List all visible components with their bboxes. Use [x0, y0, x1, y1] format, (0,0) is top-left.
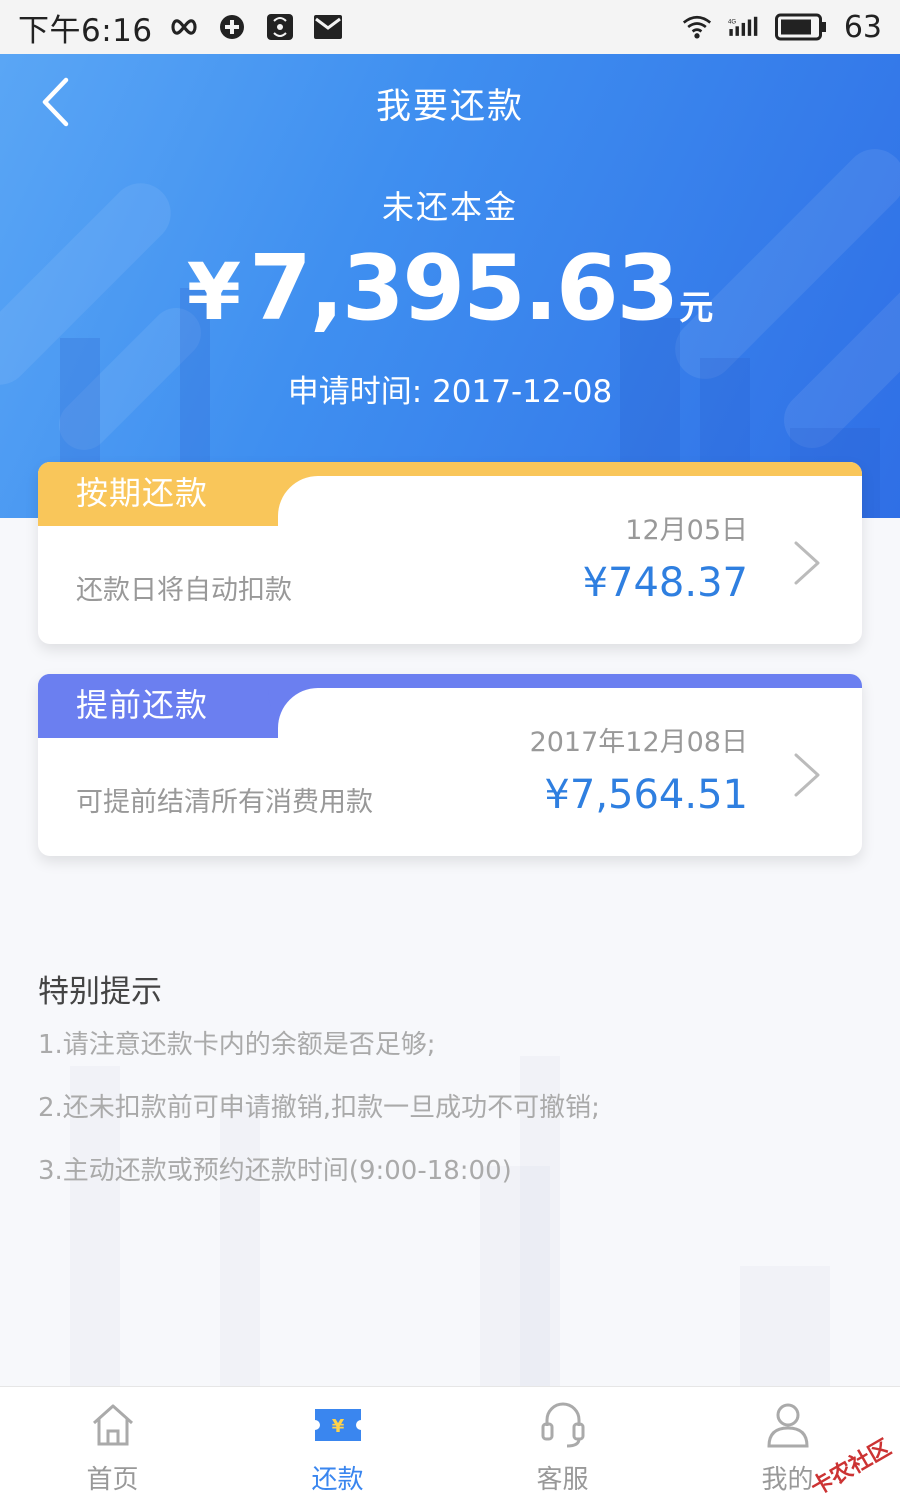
tab-home[interactable]: 首页: [0, 1387, 225, 1500]
mail-icon: [313, 12, 343, 42]
user-icon: [762, 1399, 814, 1451]
home-icon: [87, 1399, 139, 1451]
background-silhouette: [740, 1266, 830, 1386]
status-bar: 下午6:16 4G 63: [0, 0, 900, 54]
battery-level: 63: [843, 9, 882, 45]
tip-item: 1.请注意还款卡内的余额是否足够;: [38, 1030, 436, 1060]
infinity-icon: [169, 12, 199, 42]
signal-4g-icon: 4G: [728, 12, 758, 42]
page-title: 我要还款: [375, 87, 524, 127]
tip-item: 2.还未扣款前可申请撤销,扣款一旦成功不可撤销;: [38, 1093, 600, 1123]
headset-icon: [537, 1399, 589, 1451]
bottom-tab-bar: 首页 ¥ 还款 客服 我的: [0, 1386, 900, 1500]
svg-text:4G: 4G: [728, 19, 736, 26]
card-amount: ¥7,564.51: [544, 772, 748, 818]
apply-date: 申请时间: 2017-12-08: [287, 374, 613, 410]
wifi-icon: [682, 12, 712, 42]
principal-amount: ¥7,395.63元: [0, 236, 900, 341]
principal-unit: 元: [679, 288, 714, 328]
battery-icon: [774, 12, 828, 42]
wireless-icon: [265, 12, 295, 42]
repay-ticket-icon: ¥: [312, 1399, 364, 1451]
card-description: 还款日将自动扣款: [76, 575, 292, 606]
status-icons-right: 4G 63: [682, 10, 882, 45]
tab-repay[interactable]: ¥ 还款: [225, 1387, 450, 1500]
background-silhouette: [220, 1106, 260, 1386]
vpn-icon: [217, 12, 247, 42]
early-repayment-card[interactable]: 提前还款 2017年12月08日 可提前结清所有消费用款 ¥7,564.51: [38, 674, 862, 856]
tab-label: 还款: [311, 1465, 364, 1495]
status-time: 下午6:16: [18, 12, 153, 49]
card-tag: 按期还款: [38, 462, 338, 526]
card-date: 12月05日: [625, 515, 748, 546]
status-icons-left: [169, 12, 343, 42]
tab-label: 首页: [86, 1465, 139, 1495]
card-description: 可提前结清所有消费用款: [76, 787, 373, 818]
tab-label: 客服: [536, 1465, 589, 1495]
principal-label: 未还本金: [381, 188, 518, 226]
tips-title: 特别提示: [38, 974, 162, 1010]
chevron-right-icon: [794, 541, 820, 585]
card-amount: ¥748.37: [582, 560, 748, 606]
principal-value: 7,395.63: [249, 236, 679, 341]
card-date: 2017年12月08日: [529, 727, 748, 758]
card-tag: 提前还款: [38, 674, 338, 738]
scheduled-repayment-card[interactable]: 按期还款 12月05日 还款日将自动扣款 ¥748.37: [38, 462, 862, 644]
tab-service[interactable]: 客服: [450, 1387, 675, 1500]
tip-item: 3.主动还款或预约还款时间(9:00-18:00): [38, 1156, 512, 1186]
chevron-right-icon: [794, 753, 820, 797]
principal-currency: ¥: [186, 248, 242, 338]
svg-text:¥: ¥: [331, 1416, 344, 1437]
